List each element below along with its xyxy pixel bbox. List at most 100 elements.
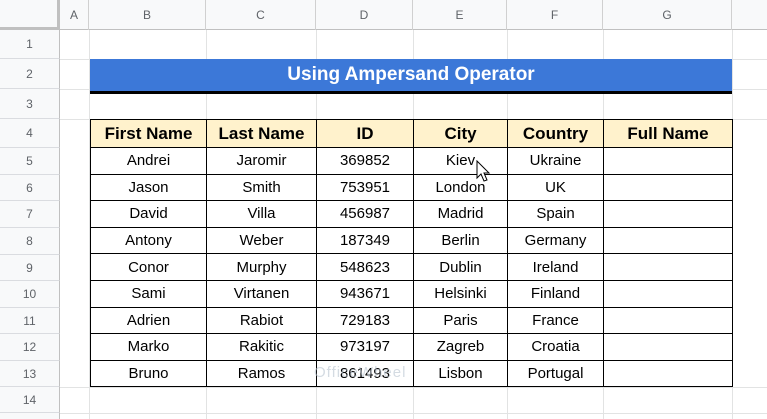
- row-header-2[interactable]: 2: [0, 59, 60, 89]
- column-header-h[interactable]: [732, 0, 767, 30]
- cell-full-name[interactable]: [603, 306, 733, 335]
- cell-country[interactable]: France: [507, 306, 604, 335]
- cell-first-name[interactable]: Antony: [90, 226, 207, 255]
- cell-last-name[interactable]: Virtanen: [206, 279, 317, 308]
- row-header-9[interactable]: 9: [0, 255, 60, 281]
- header-country[interactable]: Country: [507, 119, 604, 148]
- gridline: [60, 413, 767, 414]
- row-header-3[interactable]: 3: [0, 89, 60, 119]
- row-header-6[interactable]: 6: [0, 175, 60, 201]
- cell-first-name[interactable]: Jason: [90, 173, 207, 202]
- row-header-15[interactable]: [0, 413, 60, 419]
- cell-country[interactable]: UK: [507, 173, 604, 202]
- row-header-8[interactable]: 8: [0, 228, 60, 255]
- cell-country[interactable]: Germany: [507, 226, 604, 255]
- cell-id[interactable]: 753951: [316, 173, 414, 202]
- cell-id[interactable]: 369852: [316, 147, 414, 175]
- cell-id[interactable]: 943671: [316, 279, 414, 308]
- cell-city[interactable]: Paris: [413, 306, 508, 335]
- spreadsheet: A B C D E F G 1 2 3 4 5 6 7 8 9 10 11 12…: [0, 0, 767, 419]
- cell-full-name[interactable]: [603, 173, 733, 202]
- cell-city[interactable]: Kiev: [413, 147, 508, 175]
- column-header-d[interactable]: D: [316, 0, 413, 30]
- column-header-b[interactable]: B: [89, 0, 206, 30]
- cell-id[interactable]: 187349: [316, 226, 414, 255]
- column-header-e[interactable]: E: [413, 0, 507, 30]
- cell-first-name[interactable]: Adrien: [90, 306, 207, 335]
- cell-last-name[interactable]: Ramos: [206, 359, 317, 388]
- row-header-1[interactable]: 1: [0, 30, 60, 59]
- watermark-logo: OfficeWheel: [314, 364, 407, 381]
- cell-country[interactable]: Portugal: [507, 359, 604, 388]
- cell-last-name[interactable]: Rabiot: [206, 306, 317, 335]
- column-header-g[interactable]: G: [603, 0, 732, 30]
- cell-city[interactable]: Berlin: [413, 226, 508, 255]
- sheet-title-banner[interactable]: Using Ampersand Operator: [90, 59, 732, 91]
- cell-last-name[interactable]: Smith: [206, 173, 317, 202]
- row-header-4[interactable]: 4: [0, 119, 60, 148]
- column-header-f[interactable]: F: [507, 0, 603, 30]
- cell-last-name[interactable]: Murphy: [206, 253, 317, 281]
- row-header-12[interactable]: 12: [0, 334, 60, 361]
- table-row: Conor Murphy 548623 Dublin Ireland: [90, 253, 733, 281]
- cell-country[interactable]: Finland: [507, 279, 604, 308]
- cell-country[interactable]: Croatia: [507, 333, 604, 361]
- row-header-11[interactable]: 11: [0, 308, 60, 334]
- cell-full-name[interactable]: [603, 359, 733, 388]
- column-header-a[interactable]: A: [60, 0, 89, 30]
- cell-city[interactable]: Lisbon: [413, 359, 508, 388]
- cell-city[interactable]: Dublin: [413, 253, 508, 281]
- cell-full-name[interactable]: [603, 253, 733, 281]
- cell-full-name[interactable]: [603, 200, 733, 228]
- cell-first-name[interactable]: Marko: [90, 333, 207, 361]
- cell-first-name[interactable]: Andrei: [90, 147, 207, 175]
- table-header-row: First Name Last Name ID City Country Ful…: [90, 119, 733, 148]
- cell-id[interactable]: 456987: [316, 200, 414, 228]
- cell-city[interactable]: Madrid: [413, 200, 508, 228]
- data-table: First Name Last Name ID City Country Ful…: [90, 119, 733, 388]
- cell-city[interactable]: London: [413, 173, 508, 202]
- header-full-name[interactable]: Full Name: [603, 119, 733, 148]
- header-city[interactable]: City: [413, 119, 508, 148]
- select-all-corner[interactable]: [0, 0, 60, 30]
- cell-full-name[interactable]: [603, 147, 733, 175]
- cell-last-name[interactable]: Rakitic: [206, 333, 317, 361]
- cell-first-name[interactable]: Sami: [90, 279, 207, 308]
- cell-country[interactable]: Spain: [507, 200, 604, 228]
- cell-first-name[interactable]: Conor: [90, 253, 207, 281]
- header-id[interactable]: ID: [316, 119, 414, 148]
- cell-country[interactable]: Ukraine: [507, 147, 604, 175]
- table-row: Jason Smith 753951 London UK: [90, 173, 733, 202]
- table-row: Antony Weber 187349 Berlin Germany: [90, 226, 733, 255]
- header-first-name[interactable]: First Name: [90, 119, 207, 148]
- header-last-name[interactable]: Last Name: [206, 119, 317, 148]
- table-row: Adrien Rabiot 729183 Paris France: [90, 306, 733, 335]
- cell-first-name[interactable]: David: [90, 200, 207, 228]
- cell-last-name[interactable]: Villa: [206, 200, 317, 228]
- cell-full-name[interactable]: [603, 226, 733, 255]
- table-row: Andrei Jaromir 369852 Kiev Ukraine: [90, 147, 733, 175]
- table-row: Bruno Ramos 861493 Lisbon Portugal: [90, 359, 733, 388]
- cell-id[interactable]: 548623: [316, 253, 414, 281]
- cell-full-name[interactable]: [603, 333, 733, 361]
- row-header-10[interactable]: 10: [0, 281, 60, 308]
- mouse-pointer-icon: [476, 160, 491, 182]
- row-header-5[interactable]: 5: [0, 148, 60, 175]
- cell-last-name[interactable]: Jaromir: [206, 147, 317, 175]
- column-header-c[interactable]: C: [206, 0, 316, 30]
- cell-city[interactable]: Zagreb: [413, 333, 508, 361]
- table-row: David Villa 456987 Madrid Spain: [90, 200, 733, 228]
- title-underline: [90, 91, 732, 94]
- table-row: Marko Rakitic 973197 Zagreb Croatia: [90, 333, 733, 361]
- table-row: Sami Virtanen 943671 Helsinki Finland: [90, 279, 733, 308]
- row-header-13[interactable]: 13: [0, 361, 60, 387]
- cell-id[interactable]: 729183: [316, 306, 414, 335]
- cell-id[interactable]: 973197: [316, 333, 414, 361]
- cell-last-name[interactable]: Weber: [206, 226, 317, 255]
- row-header-7[interactable]: 7: [0, 201, 60, 228]
- row-header-14[interactable]: 14: [0, 387, 60, 413]
- cell-city[interactable]: Helsinki: [413, 279, 508, 308]
- cell-first-name[interactable]: Bruno: [90, 359, 207, 388]
- cell-country[interactable]: Ireland: [507, 253, 604, 281]
- cell-full-name[interactable]: [603, 279, 733, 308]
